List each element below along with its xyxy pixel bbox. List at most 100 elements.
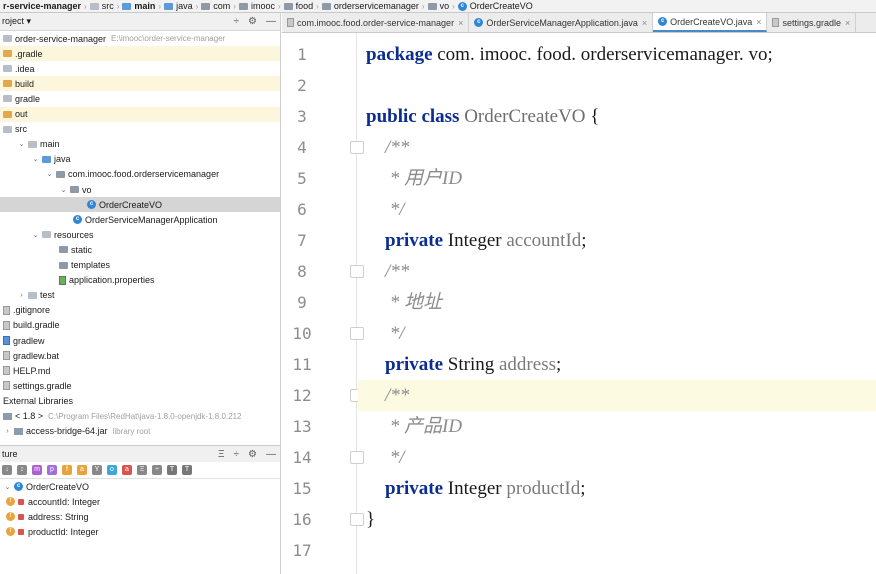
- editor-tab[interactable]: com.imooc.food.order-service-manager ×: [282, 13, 470, 32]
- structure-toolbar-button[interactable]: ÷: [152, 465, 162, 475]
- project-tree-item[interactable]: .idea: [0, 61, 280, 76]
- project-tree-item[interactable]: out: [0, 106, 280, 122]
- project-tree-item[interactable]: settings.gradle: [0, 378, 280, 393]
- project-tree-item[interactable]: < 1.8 > C:\Program Files\RedHat\java-1.8.…: [0, 409, 280, 424]
- expand-arrow-icon[interactable]: ⌄: [3, 483, 12, 491]
- structure-item[interactable]: f accountId: Integer: [0, 494, 280, 509]
- expand-arrow-icon[interactable]: ⌄: [31, 155, 40, 163]
- project-tree-item[interactable]: templates: [0, 258, 280, 273]
- project-tree-item[interactable]: External Libraries: [0, 393, 280, 408]
- project-tree-item[interactable]: .gradle: [0, 46, 280, 62]
- code-line: * 地址: [366, 287, 442, 318]
- structure-toolbar-button[interactable]: m: [32, 465, 42, 475]
- close-tab-icon[interactable]: ×: [756, 17, 761, 27]
- structure-toolbar-button[interactable]: ↓: [2, 465, 12, 475]
- code-editor[interactable]: 1 2 3 4 5 6 7 8 9 10 11 12 13 14 15 16 17 package com. i…: [282, 33, 876, 574]
- properties-file-icon: [59, 275, 66, 285]
- panel-tool-button[interactable]: ÷: [234, 449, 240, 460]
- project-tree-item[interactable]: build: [0, 76, 280, 92]
- project-tree-item[interactable]: static: [0, 242, 280, 257]
- structure-item[interactable]: f address: String: [0, 509, 280, 524]
- code-token: com. imooc. food. orderservicemanager. v…: [437, 44, 773, 65]
- package-icon: [56, 170, 65, 178]
- fold-marker-icon[interactable]: [350, 513, 364, 526]
- breadcrumb-label: food: [295, 1, 314, 11]
- panel-tool-button[interactable]: —: [266, 16, 276, 27]
- structure-item[interactable]: f productId: Integer: [0, 524, 280, 539]
- structure-toolbar-button[interactable]: Ξ: [137, 465, 147, 475]
- panel-tool-button[interactable]: Ξ: [218, 449, 225, 460]
- editor-tab[interactable]: settings.gradle ×: [767, 13, 857, 32]
- expand-arrow-icon[interactable]: ⌄: [45, 170, 54, 178]
- structure-toolbar-button[interactable]: Y: [92, 465, 102, 475]
- collapse-arrow-icon[interactable]: ›: [3, 428, 12, 435]
- project-tree-item[interactable]: c OrderCreateVO: [0, 197, 280, 213]
- fold-marker-icon[interactable]: [350, 265, 364, 278]
- breadcrumb-item[interactable]: c OrderCreateVO: [455, 1, 533, 11]
- structure-toolbar-button[interactable]: f: [62, 465, 72, 475]
- structure-toolbar-button[interactable]: T: [182, 465, 192, 475]
- project-tree-item[interactable]: ⌄ java: [0, 152, 280, 167]
- package-icon: [427, 2, 437, 10]
- editor-tab-label: settings.gradle: [782, 17, 842, 28]
- expand-arrow-icon[interactable]: ⌄: [17, 140, 26, 148]
- breadcrumb-item[interactable]: food ›: [281, 1, 319, 11]
- panel-tool-button[interactable]: ⚙: [248, 16, 257, 27]
- project-tree-item[interactable]: build.gradle: [0, 318, 280, 333]
- project-tree-item[interactable]: ⌄ com.imooc.food.orderservicemanager: [0, 167, 280, 182]
- breadcrumb-item[interactable]: com ›: [198, 1, 236, 11]
- collapse-arrow-icon[interactable]: ›: [17, 292, 26, 299]
- close-tab-icon[interactable]: ×: [642, 18, 647, 28]
- code-token: */: [366, 199, 405, 220]
- panel-tool-button[interactable]: ⚙: [248, 449, 257, 460]
- close-tab-icon[interactable]: ×: [458, 18, 463, 28]
- project-tree-item[interactable]: ⌄ resources: [0, 227, 280, 242]
- fold-marker-icon[interactable]: [350, 451, 364, 464]
- structure-toolbar-button[interactable]: ↕: [17, 465, 27, 475]
- project-tree-item[interactable]: ⌄ main: [0, 137, 280, 152]
- class-icon: c: [73, 215, 82, 225]
- breadcrumb-item[interactable]: r-service-manager ›: [0, 1, 87, 11]
- project-tree-item[interactable]: c OrderServiceManagerApplication: [0, 212, 280, 227]
- structure-toolbar-button[interactable]: p: [47, 465, 57, 475]
- project-tree-item[interactable]: HELP.md: [0, 363, 280, 378]
- package-icon: [238, 2, 248, 10]
- breadcrumb-item[interactable]: orderservicemanager ›: [319, 1, 425, 11]
- breadcrumb-item[interactable]: java ›: [161, 1, 198, 11]
- expand-arrow-icon[interactable]: ⌄: [59, 186, 68, 194]
- project-tree-item[interactable]: gradle: [0, 91, 280, 106]
- fold-marker-icon[interactable]: [350, 327, 364, 340]
- breadcrumb-item[interactable]: imooc ›: [236, 1, 281, 11]
- close-tab-icon[interactable]: ×: [845, 18, 850, 28]
- project-tree-item[interactable]: application.properties: [0, 273, 280, 288]
- code-line: */: [366, 442, 405, 473]
- project-tree-item[interactable]: order-service-manager E:\imooc\order-serv…: [0, 31, 280, 46]
- expand-arrow-icon[interactable]: ⌄: [31, 231, 40, 239]
- breadcrumb-item[interactable]: src ›: [87, 1, 119, 11]
- breadcrumb-label: r-service-manager: [3, 1, 82, 11]
- project-tree-item[interactable]: gradlew: [0, 333, 280, 348]
- breadcrumb-label: com: [213, 1, 231, 11]
- tree-item-label: gradlew: [13, 335, 45, 346]
- structure-item[interactable]: ⌄ c OrderCreateVO: [0, 479, 280, 494]
- fold-marker-icon[interactable]: [350, 141, 364, 154]
- project-tree-item[interactable]: ⌄ vo: [0, 182, 280, 197]
- structure-toolbar-button[interactable]: a: [77, 465, 87, 475]
- project-tree-item[interactable]: src: [0, 122, 280, 137]
- project-tree-item[interactable]: › access-bridge-64.jar library root: [0, 424, 280, 439]
- structure-toolbar-button[interactable]: a: [122, 465, 132, 475]
- project-tree-item[interactable]: .gitignore: [0, 303, 280, 318]
- code-token: /**: [366, 261, 410, 282]
- project-view-selector[interactable]: roject ▾: [2, 16, 31, 27]
- breadcrumb-item[interactable]: vo ›: [425, 1, 455, 11]
- structure-toolbar-button[interactable]: T: [167, 465, 177, 475]
- structure-toolbar-button[interactable]: o: [107, 465, 117, 475]
- panel-tool-button[interactable]: —: [266, 449, 276, 460]
- breadcrumb-label: orderservicemanager: [333, 1, 419, 11]
- breadcrumb-item[interactable]: main ›: [119, 1, 161, 11]
- editor-tab[interactable]: c OrderServiceManagerApplication.java ×: [469, 13, 654, 32]
- project-tree-item[interactable]: › test: [0, 288, 280, 303]
- project-tree-item[interactable]: gradlew.bat: [0, 348, 280, 363]
- editor-tab[interactable]: c OrderCreateVO.java ×: [653, 13, 768, 32]
- panel-tool-button[interactable]: ÷: [234, 16, 240, 27]
